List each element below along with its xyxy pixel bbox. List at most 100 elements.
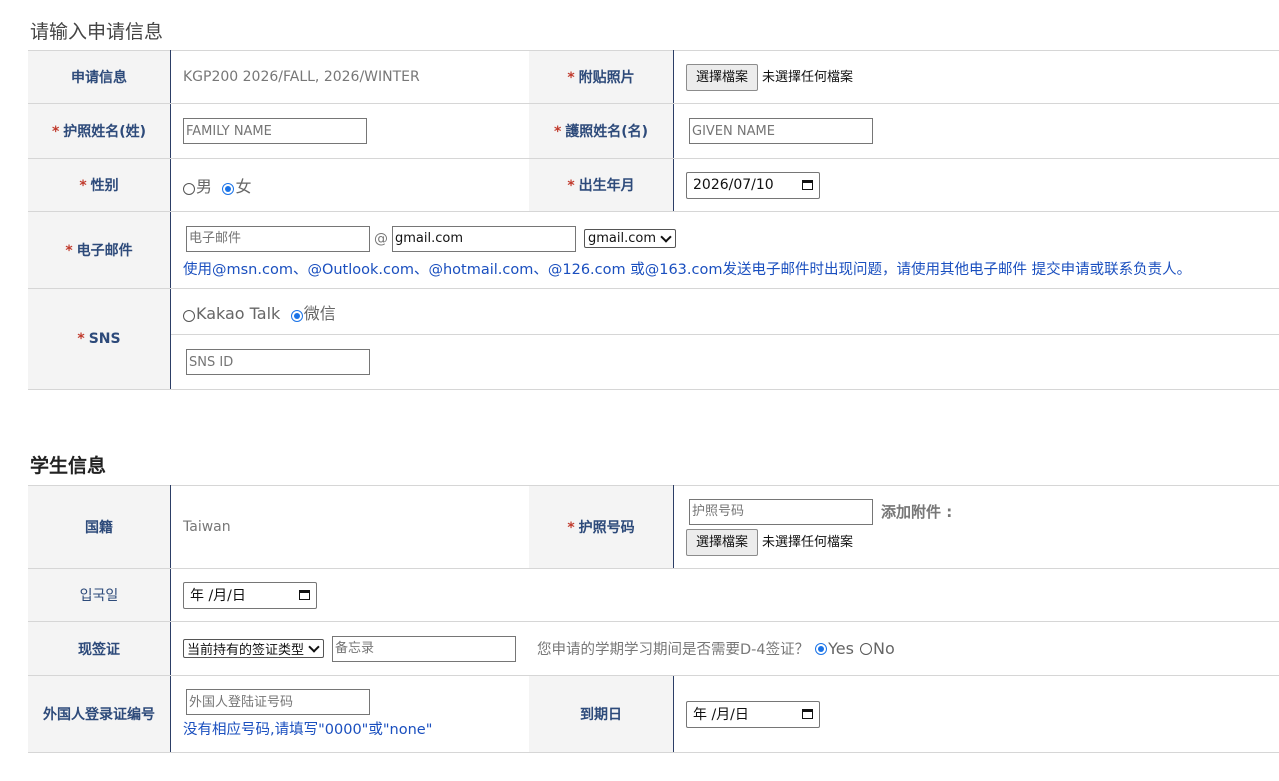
- given-name-input[interactable]: [689, 118, 873, 144]
- gender-label-text: 性别: [90, 178, 119, 194]
- visa-cell: 当前持有的签证类型 您申请的学期学习期间是否需要D-4签证？ Yes No: [170, 621, 1279, 676]
- birth-label-text: 出生年月: [578, 178, 635, 194]
- arc-label: 外国人登录证编号: [28, 675, 171, 753]
- d4-yes-label: Yes: [828, 639, 854, 658]
- row-gender-birth: * 性别 男 女 * 出生年月 2026/07/10: [28, 158, 1279, 212]
- photo-no-file-text: 未選擇任何檔案: [762, 69, 854, 85]
- surname-cell: [170, 103, 529, 159]
- nationality-value: Taiwan: [170, 485, 529, 569]
- required-star: *: [567, 178, 575, 194]
- gender-female-label: 女: [235, 177, 252, 196]
- entry-date-value: 年 /月/日: [190, 588, 246, 604]
- chevron-down-icon: [660, 230, 672, 243]
- email-inputs: @ gmail.com: [183, 225, 1267, 252]
- d4-no-label: No: [872, 639, 895, 658]
- birth-date-value: 2026/07/10: [693, 177, 774, 193]
- email-at-sign: @: [374, 230, 388, 247]
- required-star: *: [77, 331, 85, 347]
- email-label: * 电子邮件: [28, 211, 171, 289]
- email-label-text: 电子邮件: [76, 243, 133, 259]
- row-arc: 外国人登录证编号 没有相应号码,请填写"0000"或"none" 到期日 年 /…: [28, 675, 1279, 753]
- expiry-date-label: 到期日: [529, 675, 674, 753]
- visa-memo-input[interactable]: [332, 635, 517, 662]
- sns-wechat-radio[interactable]: [290, 309, 303, 322]
- section-title-student: 学生信息: [30, 455, 107, 477]
- calendar-icon[interactable]: [802, 709, 813, 719]
- d4-yes-radio[interactable]: [815, 642, 828, 655]
- surname-input[interactable]: [183, 118, 367, 144]
- passport-number-cell: 添加附件 : 選擇檔案未選擇任何檔案: [673, 485, 1279, 569]
- photo-file-button[interactable]: 選擇檔案: [686, 63, 759, 91]
- application-info-value: KGP200 2026/FALL, 2026/WINTER: [170, 50, 529, 104]
- section-title-application: 请输入申请信息: [30, 21, 164, 43]
- arc-cell: 没有相应号码,请填写"0000"或"none": [170, 675, 529, 753]
- d4-no-radio[interactable]: [859, 642, 872, 655]
- student-info-table: 国籍 Taiwan *护照号码 添加附件 : 選擇檔案未選擇任何檔案 입국일 年…: [28, 485, 1279, 753]
- passport-no-file-text: 未選擇任何檔案: [762, 534, 854, 550]
- row-email: *电子邮件 @ gmail.com 使用@msn.com、@Outlook.co…: [28, 211, 1279, 289]
- photo-label: * 附贴照片: [529, 50, 674, 104]
- application-info-label: 申请信息: [28, 50, 171, 104]
- given-name-label: * 護照姓名(名): [529, 103, 674, 159]
- visa-type-select[interactable]: 当前持有的签证类型: [183, 639, 325, 658]
- passport-number-label-text: 护照号码: [578, 520, 635, 536]
- passport-number-row: 添加附件 :: [689, 498, 1267, 525]
- gender-male-radio[interactable]: [183, 183, 195, 195]
- passport-file-button[interactable]: 選擇檔案: [686, 528, 759, 556]
- sns-label-text: SNS: [88, 331, 121, 347]
- row-passport-name: *护照姓名(姓) *護照姓名(名): [28, 103, 1279, 159]
- photo-label-text: 附贴照片: [578, 70, 635, 86]
- application-info-table: 申请信息 KGP200 2026/FALL, 2026/WINTER * 附贴照片…: [28, 50, 1279, 390]
- visa-label: 现签证: [28, 621, 171, 676]
- row-visa: 现签证 当前持有的签证类型 您申请的学期学习期间是否需要D-4签证？ Yes N…: [28, 621, 1279, 676]
- expiry-date-input[interactable]: 年 /月/日: [686, 700, 820, 728]
- birth-label: * 出生年月: [529, 158, 674, 212]
- expiry-date-value: 年 /月/日: [693, 707, 749, 723]
- email-cell: @ gmail.com 使用@msn.com、@Outlook.com、@hot…: [170, 211, 1279, 289]
- given-name-label-text: 護照姓名(名): [565, 124, 649, 140]
- entry-date-label: 입국일: [28, 568, 171, 622]
- photo-cell: 選擇檔案 未選擇任何檔案: [673, 50, 1279, 104]
- gender-cell: 男 女: [170, 158, 529, 212]
- surname-label-text: 护照姓名(姓): [63, 124, 147, 140]
- entry-date-input[interactable]: 年 /月/日: [183, 581, 317, 609]
- d4-question: 您申请的学期学习期间是否需要D-4签证？: [537, 642, 810, 658]
- email-local-input[interactable]: [186, 225, 370, 252]
- sns-type-cell: Kakao Talk 微信: [170, 288, 1279, 335]
- email-domain-input[interactable]: [392, 225, 576, 252]
- surname-label: * 护照姓名(姓): [28, 103, 171, 159]
- arc-number-input[interactable]: [186, 689, 370, 715]
- required-star: *: [567, 520, 575, 536]
- email-domain-select[interactable]: gmail.com: [584, 229, 677, 248]
- sns-kakao-radio[interactable]: [183, 309, 195, 322]
- sns-id-input[interactable]: [186, 349, 370, 375]
- given-name-cell: [673, 103, 1279, 159]
- arc-note: 没有相应号码,请填写"0000"或"none": [183, 722, 433, 738]
- email-domain-select-value: gmail.com: [588, 231, 657, 246]
- calendar-icon[interactable]: [802, 180, 813, 190]
- expiry-date-cell: 年 /月/日: [673, 675, 1279, 753]
- visa-type-select-value: 当前持有的签证类型: [187, 643, 305, 658]
- chevron-down-icon: [308, 640, 320, 653]
- row-nationality-passport: 国籍 Taiwan *护照号码 添加附件 : 選擇檔案未選擇任何檔案: [28, 485, 1279, 569]
- row-sns-id: [28, 334, 1279, 390]
- gender-male-label: 男: [196, 177, 213, 196]
- sns-label: * SNS: [28, 288, 171, 390]
- nationality-label: 国籍: [28, 485, 171, 569]
- sns-kakao-label: Kakao Talk: [196, 303, 281, 323]
- required-star: *: [79, 178, 87, 194]
- row-entry-date: 입국일 年 /月/日: [28, 568, 1279, 622]
- required-star: *: [51, 124, 60, 140]
- row-sns-type: * SNS Kakao Talk 微信: [28, 288, 1279, 390]
- calendar-icon[interactable]: [299, 590, 310, 600]
- required-star: *: [553, 124, 562, 140]
- sns-wechat-label: 微信: [303, 303, 336, 323]
- gender-female-radio[interactable]: [222, 183, 235, 195]
- row-application-info: 申请信息 KGP200 2026/FALL, 2026/WINTER * 附贴照片…: [28, 50, 1279, 104]
- required-star: *: [65, 243, 73, 259]
- passport-number-input[interactable]: [689, 498, 873, 525]
- birth-date-input[interactable]: 2026/07/10: [686, 171, 820, 199]
- passport-number-label: * 护照号码: [529, 485, 674, 569]
- passport-file-row: 選擇檔案 未選擇任何檔案: [686, 528, 1267, 556]
- visa-row: 当前持有的签证类型 您申请的学期学习期间是否需要D-4签证？ Yes No: [183, 635, 1267, 662]
